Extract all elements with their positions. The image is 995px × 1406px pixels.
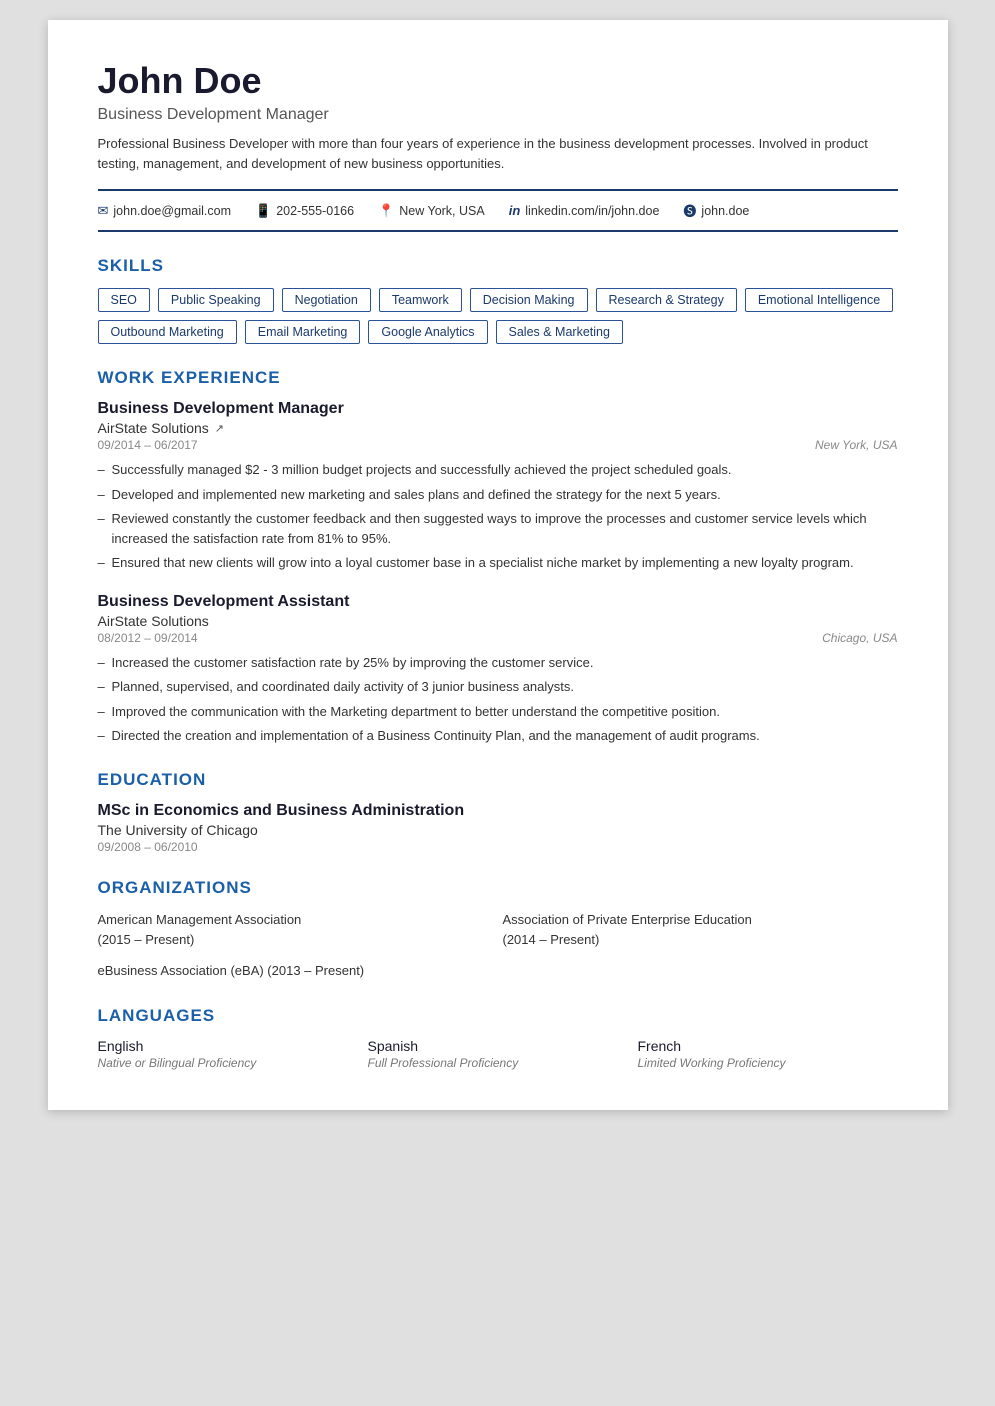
jobs-container: Business Development Manager AirState Sol… [98,400,898,746]
candidate-summary: Professional Business Developer with mor… [98,134,898,173]
education-title: EDUCATION [98,770,898,790]
orgs-container: American Management Association (2015 – … [98,910,898,982]
skill-tag: Outbound Marketing [98,320,237,344]
job-bullet: Reviewed constantly the customer feedbac… [98,509,898,548]
language-item: French Limited Working Proficiency [638,1038,898,1070]
skill-tag: Google Analytics [368,320,487,344]
job-location: New York, USA [815,438,897,452]
job-company: AirState Solutions [98,613,898,629]
job-title: Business Development Assistant [98,593,898,611]
skill-tag: SEO [98,288,150,312]
skype-icon: 🅢 [683,201,696,220]
organizations-title: ORGANIZATIONS [98,878,898,898]
education-container: MSc in Economics and Business Administra… [98,802,898,854]
skill-tag: Negotiation [282,288,371,312]
job-company: AirState Solutions ↗ [98,420,898,436]
education-entry: MSc in Economics and Business Administra… [98,802,898,854]
candidate-title: Business Development Manager [98,106,898,124]
language-level: Native or Bilingual Proficiency [98,1056,358,1070]
org-item: American Management Association (2015 – … [98,910,493,952]
job-title: Business Development Manager [98,400,898,418]
candidate-name: John Doe [98,60,898,102]
orgs-grid: American Management Association (2015 – … [98,910,898,982]
job-date: 09/2014 – 06/2017 [98,438,198,452]
org-item: Association of Private Enterprise Educat… [503,910,898,952]
organizations-section: ORGANIZATIONS American Management Associ… [98,878,898,982]
contact-email: ✉ john.doe@gmail.com [98,203,232,219]
contact-location: 📍 New York, USA [378,203,485,219]
edu-school: The University of Chicago [98,822,898,838]
edu-date: 09/2008 – 06/2010 [98,840,898,854]
job-bullet: Successfully managed $2 - 3 million budg… [98,460,898,480]
resume-document: John Doe Business Development Manager Pr… [48,20,948,1110]
work-experience-section: WORK EXPERIENCE Business Development Man… [98,368,898,746]
skill-tag: Public Speaking [158,288,274,312]
skill-tag: Decision Making [470,288,588,312]
job-bullet: Ensured that new clients will grow into … [98,553,898,573]
skill-tag: Research & Strategy [596,288,737,312]
job-bullets: Successfully managed $2 - 3 million budg… [98,460,898,573]
skill-tag: Teamwork [379,288,462,312]
job-location: Chicago, USA [822,631,897,645]
education-section: EDUCATION MSc in Economics and Business … [98,770,898,854]
language-item: Spanish Full Professional Proficiency [368,1038,628,1070]
phone-icon: 📱 [255,203,271,219]
contact-bar: ✉ john.doe@gmail.com 📱 202-555-0166 📍 Ne… [98,189,898,232]
job-bullet: Developed and implemented new marketing … [98,485,898,505]
languages-title: LANGUAGES [98,1006,898,1026]
language-name: English [98,1038,358,1054]
contact-phone: 📱 202-555-0166 [255,203,354,219]
language-item: English Native or Bilingual Proficiency [98,1038,358,1070]
work-experience-title: WORK EXPERIENCE [98,368,898,388]
language-level: Full Professional Proficiency [368,1056,628,1070]
external-link-icon: ↗ [215,422,224,435]
skill-tag: Emotional Intelligence [745,288,893,312]
job-bullet: Improved the communication with the Mark… [98,702,898,722]
job-entry: Business Development Manager AirState Sol… [98,400,898,573]
skills-section: SKILLS SEO Public Speaking Negotiation Team… [98,256,898,344]
contact-skype: 🅢 john.doe [683,201,749,220]
language-name: French [638,1038,898,1054]
skill-tag: Sales & Marketing [496,320,623,344]
edu-degree: MSc in Economics and Business Administra… [98,802,898,820]
language-name: Spanish [368,1038,628,1054]
job-bullet: Increased the customer satisfaction rate… [98,653,898,673]
contact-linkedin: in linkedin.com/in/john.doe [509,203,660,218]
header-section: John Doe Business Development Manager Pr… [98,60,898,173]
linkedin-icon: in [509,203,521,218]
languages-section: LANGUAGES English Native or Bilingual Pro… [98,1006,898,1070]
job-meta: 09/2014 – 06/2017 New York, USA [98,438,898,452]
language-level: Limited Working Proficiency [638,1056,898,1070]
job-bullet: Planned, supervised, and coordinated dai… [98,677,898,697]
job-meta: 08/2012 – 09/2014 Chicago, USA [98,631,898,645]
skills-container: SEO Public Speaking Negotiation Teamwork Dec… [98,288,898,344]
email-icon: ✉ [98,203,109,219]
location-icon: 📍 [378,203,394,219]
skills-title: SKILLS [98,256,898,276]
job-bullets: Increased the customer satisfaction rate… [98,653,898,746]
skill-tag: Email Marketing [245,320,361,344]
job-date: 08/2012 – 09/2014 [98,631,198,645]
languages-container: English Native or Bilingual Proficiency Sp… [98,1038,898,1070]
job-entry: Business Development Assistant AirState S… [98,593,898,746]
job-bullet: Directed the creation and implementation… [98,726,898,746]
org-item: eBusiness Association (eBA) (2013 – Pres… [98,961,493,982]
